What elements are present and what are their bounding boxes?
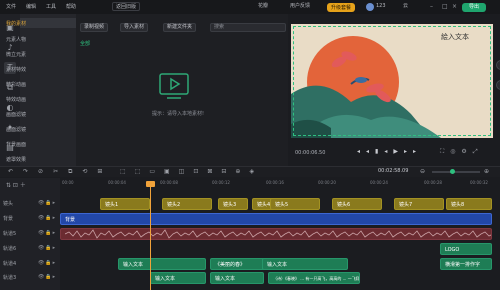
filter-all-tab[interactable]: 全部 — [80, 40, 90, 47]
zoom-slider-handle[interactable] — [450, 169, 455, 174]
track-label: 轨道4 — [3, 261, 17, 267]
preview-canvas[interactable]: 絵入文本 — [291, 24, 493, 138]
brand-label: 花瓣 — [258, 3, 269, 9]
tick-label: 00:00:12 — [212, 180, 230, 185]
track-controls[interactable]: 👁🔒▸ — [38, 260, 56, 266]
lens-clip[interactable]: 镜头6 — [332, 198, 382, 210]
zoom-slider[interactable] — [432, 171, 480, 173]
text-clip[interactable]: 输入文本 — [262, 258, 348, 270]
text-clip[interactable]: （诗）《春晓》 ... 有一只高飞，高高的 ... 一飞翔，飞出了 ... 轻轻… — [268, 272, 360, 284]
background-clip[interactable]: 背景 — [60, 213, 492, 225]
lens-clip[interactable]: 镜头5 — [270, 198, 320, 210]
record-video-button[interactable]: 录制视频 — [80, 23, 109, 32]
preview-side-control-1[interactable] — [496, 60, 500, 70]
menu-tools[interactable]: 工具 — [46, 3, 56, 10]
zoom-in-icon[interactable]: ⊕ — [484, 168, 489, 175]
account-name: 123 — [376, 3, 386, 9]
playback-controls[interactable]: ◂◂▮◂▶▸▸ — [357, 148, 422, 155]
text-clip[interactable]: 输入文本 — [118, 258, 206, 270]
tick-label: 00:00:08 — [160, 180, 178, 185]
tick-label: 00:00:32 — [470, 180, 488, 185]
lens-clip[interactable]: 镜头7 — [394, 198, 444, 210]
library-item[interactable]: 遮罩效果 — [6, 156, 26, 163]
track-label: 镜头 — [3, 201, 14, 207]
text-clip[interactable]: 《美丽的春》 — [210, 258, 266, 270]
upgrade-button[interactable]: 升级套餐 — [327, 3, 356, 12]
playhead[interactable] — [150, 182, 151, 290]
track-label: 背景 — [3, 216, 14, 222]
minimize-icon[interactable]: – — [430, 3, 433, 10]
lens-clip[interactable]: 镜头3 — [218, 198, 248, 210]
tick-label: 00:00:20 — [318, 180, 336, 185]
library-item[interactable]: 我的素材 — [6, 20, 26, 27]
audio-clip[interactable] — [60, 228, 492, 240]
tick-label: 00:00:16 — [266, 180, 284, 185]
track-label: 轨道6 — [3, 246, 17, 252]
audio-waveform — [64, 229, 491, 239]
playhead-handle[interactable] — [146, 181, 155, 187]
library-item[interactable]: 画面滤镜 — [6, 126, 26, 133]
timeline-edit-tools[interactable]: ⬚⬚▭▣◫⊡⊠⊟⊕◈ — [120, 168, 263, 175]
selection-box[interactable] — [293, 26, 491, 136]
export-button[interactable]: 导出 — [462, 3, 486, 12]
feedback-link[interactable]: 用户反馈 — [290, 2, 310, 9]
close-icon[interactable]: × — [452, 3, 457, 10]
track-controls[interactable]: 👁🔒▸ — [38, 215, 56, 221]
preview-tools[interactable]: ⛶◎⚙⤢ — [440, 148, 484, 156]
new-folder-button[interactable]: 新建文件夹 — [163, 23, 197, 32]
maximize-icon[interactable]: □ — [442, 3, 448, 10]
import-media-button[interactable]: 导入素材 — [120, 23, 149, 32]
library-item[interactable]: 精彩动画 — [6, 81, 26, 88]
tick-label: 00:00 — [62, 180, 74, 185]
search-input[interactable]: 搜索 — [210, 23, 286, 32]
avatar[interactable] — [366, 3, 374, 11]
library-item[interactable]: 元素人物 — [6, 36, 26, 43]
timeline-duration: 00:02:58.09 — [378, 168, 409, 174]
tick-label: 00:00:04 — [108, 180, 126, 185]
track-controls[interactable]: 👁🔒▸ — [38, 200, 56, 206]
lens-clip[interactable]: 镜头1 — [100, 198, 150, 210]
menu-edit[interactable]: 编辑 — [26, 3, 36, 10]
library-item[interactable]: 特效动画 — [6, 96, 26, 103]
preview-side-control-2[interactable] — [496, 80, 500, 90]
library-active-row — [20, 18, 76, 28]
preview-timecode: 00:00:06.50 — [295, 150, 326, 156]
library-item[interactable]: 素材特效 — [6, 66, 26, 73]
tick-label: 00:00:24 — [370, 180, 388, 185]
menu-file[interactable]: 文件 — [6, 3, 16, 10]
text-clip[interactable]: 横滑第一排作字 — [440, 258, 492, 270]
lens-clip[interactable]: 镜头8 — [446, 198, 492, 210]
empty-hint: 提示：请导入本地素材! — [152, 111, 205, 117]
cloud-icon[interactable]: 云 — [403, 2, 408, 9]
library-item[interactable]: 微立元素 — [6, 51, 26, 58]
library-panel — [20, 14, 76, 166]
track-controls[interactable]: 👁🔒▸ — [38, 230, 56, 236]
tick-label: 00:00:28 — [424, 180, 442, 185]
import-placeholder-icon — [159, 73, 189, 99]
library-item[interactable]: 背景画面 — [6, 141, 26, 148]
text-clip[interactable]: 输入文本 — [210, 272, 264, 284]
old-version-button[interactable]: 返回旧版 — [112, 2, 141, 11]
library-item[interactable]: 画面滤镜 — [6, 111, 26, 118]
lens-clip[interactable]: 镜头2 — [162, 198, 212, 210]
track-label: 轨道3 — [3, 275, 17, 281]
track-controls[interactable]: 👁🔒▸ — [38, 245, 56, 251]
track-label: 轨道5 — [3, 231, 17, 237]
zoom-out-icon[interactable]: ⊖ — [420, 168, 425, 175]
text-clip[interactable]: 输入文本 — [150, 272, 206, 284]
menu-help[interactable]: 帮助 — [66, 3, 76, 10]
track-tool-icons[interactable]: ⇅ ⊡ ＋ — [6, 180, 26, 189]
logo-clip[interactable]: LOGO — [440, 243, 492, 255]
timeline-tools[interactable]: ↶↷⊘✂⧉⟲⊞ — [8, 168, 112, 176]
track-controls[interactable]: 👁🔒▸ — [38, 274, 56, 280]
